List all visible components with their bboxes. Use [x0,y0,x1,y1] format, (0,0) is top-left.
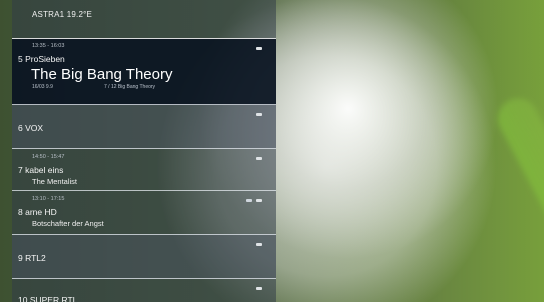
satellite-label: ASTRA1 19.2°E [32,10,93,19]
channel-name: 6 VOX [18,123,44,133]
info-badge-icon [256,113,262,116]
hd-badge-icon [246,199,252,202]
channel-row-9[interactable]: 9 RTL2 [12,234,276,279]
time-range: 13:35 - 16:03 [32,43,65,49]
channel-name: 7 kabel eins [18,165,64,175]
time-range: 13:10 - 17:15 [32,196,65,202]
channel-name: 8 arne HD [18,207,57,217]
program-date: 16/03 9.9 [32,84,53,90]
info-badge-icon [256,199,262,202]
channel-name: 9 RTL2 [18,253,46,263]
time-range: 14:50 - 15:47 [32,154,65,160]
channel-row-5[interactable]: 13:35 - 16:03 5 ProSieben The Big Bang T… [12,38,276,105]
info-badge-icon [256,243,262,246]
channel-row-10[interactable]: 10 SUPER RTL [12,278,276,303]
channel-name: 5 ProSieben [18,54,65,64]
channel-row-6[interactable]: 6 VOX [12,104,276,149]
program-episode: 7 / 12 Big Bang Theory [104,84,156,90]
channel-row-8[interactable]: 13:10 - 17:15 8 arne HD Botschafter der … [12,190,276,235]
info-badge-icon [256,47,262,50]
info-badge-icon [256,287,262,290]
channel-row-7[interactable]: 14:50 - 15:47 7 kabel eins The Mentalist [12,148,276,191]
info-badge-icon [256,157,262,160]
program-title: The Big Bang Theory [31,66,173,83]
program-title: Botschafter der Angst [32,219,104,228]
program-title: The Mentalist [32,177,78,186]
